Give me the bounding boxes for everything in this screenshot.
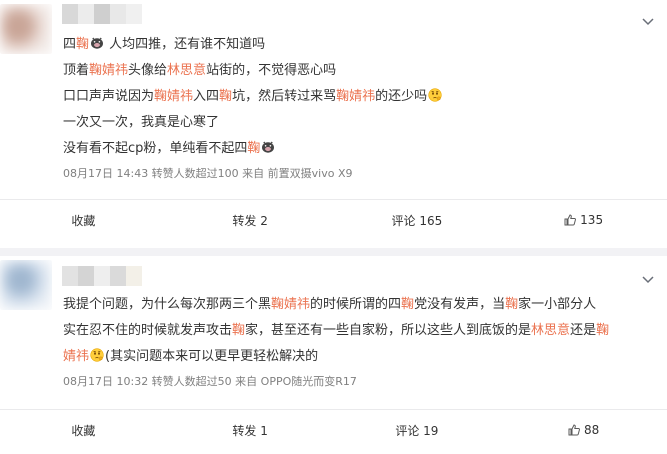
post-text: (其实问题本来可以更早更轻松解决的 — [105, 349, 319, 364]
post-text: 的时候所谓的四 — [310, 297, 402, 312]
post-body: 四鞠 人均四推，还有谁不知道吗 顶着鞠婧祎头像给林思意站街的，不觉得恶心吗 口口声声… — [63, 32, 645, 162]
collect-button[interactable]: 收藏 — [0, 410, 167, 450]
username-mosaic[interactable] — [62, 4, 142, 24]
hashtag-name-link[interactable]: 鞠婧祎 — [271, 297, 310, 312]
weibo-post-2: 我提个问题，为什么每次那两三个黑鞠婧祎的时候所谓的四鞠党没有发声，当鞠家一小部分… — [0, 256, 667, 454]
post-text: 的还少吗 — [375, 89, 428, 104]
post-text: 家，甚至还有一些自家粉，所以这些人到底饭的是 — [245, 323, 532, 338]
hashtag-name-link[interactable]: 鞠 — [247, 141, 260, 156]
comment-label: 评论 19 — [395, 423, 439, 438]
weibo-post-1: 四鞠 人均四推，还有谁不知道吗 顶着鞠婧祎头像给林思意站街的，不觉得恶心吗 口口声声… — [0, 0, 667, 248]
post-line: 口口声声说因为鞠婧祎入四鞠坑，然后转过来骂鞠婧祎的还少吗 — [63, 84, 645, 110]
hashtag-name-link[interactable]: 鞠 — [596, 323, 609, 338]
pig-face-icon — [262, 141, 275, 153]
post-line: 一次又一次，我真是心寒了 — [63, 110, 645, 136]
hashtag-name-link[interactable]: 林思意 — [167, 63, 206, 78]
post-text: 入四 — [193, 89, 220, 104]
comment-button[interactable]: 评论 165 — [334, 200, 501, 240]
post-text: 站街的，不觉得恶心吗 — [206, 63, 337, 78]
post-text: 我提个问题，为什么每次那两三个黑 — [63, 297, 272, 312]
post-text: 一次又一次，我真是心寒了 — [63, 115, 220, 130]
thumbs-up-icon — [564, 214, 577, 226]
hashtag-name-link[interactable]: 鞠 — [401, 297, 414, 312]
username-mosaic[interactable] — [62, 266, 142, 286]
pig-face-icon — [91, 37, 104, 49]
hashtag-name-link[interactable]: 婧祎 — [63, 349, 89, 364]
thinking-face-icon — [90, 348, 104, 362]
post-text: 没有看不起cp粉，单纯看不起四 — [63, 141, 248, 156]
post-text: 顶着 — [63, 63, 90, 78]
like-button[interactable]: 88 — [500, 410, 667, 450]
hashtag-name-link[interactable]: 鞠婧祎 — [154, 89, 193, 104]
post-meta: 08月17日 14:43 转赞人数超过100 来自 前置双摄vivo X9 — [63, 167, 353, 180]
post-body: 我提个问题，为什么每次那两三个黑鞠婧祎的时候所谓的四鞠党没有发声，当鞠家一小部分… — [63, 292, 645, 370]
repost-button[interactable]: 转发 1 — [167, 410, 334, 450]
post-meta: 08月17日 10:32 转赞人数超过50 来自 OPPO随光而变R17 — [63, 375, 357, 388]
repost-button[interactable]: 转发 2 — [167, 200, 334, 240]
post-text: 头像给 — [128, 63, 168, 78]
thinking-face-icon — [428, 88, 442, 102]
post-line: 没有看不起cp粉，单纯看不起四鞠 — [63, 136, 645, 162]
hashtag-name-link[interactable]: 鞠婧祎 — [89, 63, 128, 78]
hashtag-name-link[interactable]: 鞠 — [76, 37, 89, 52]
post-text: 坑，然后转过来骂 — [232, 89, 337, 104]
post-text: 还是 — [570, 323, 597, 338]
like-button[interactable]: 135 — [500, 200, 667, 240]
comment-label: 评论 165 — [391, 213, 443, 228]
thumbs-up-icon — [568, 424, 580, 436]
post-text: 党没有发声，当 — [414, 297, 506, 312]
post-line: 婧祎 (其实问题本来可以更早更轻松解决的 — [63, 344, 645, 370]
action-bar: 收藏 转发 2 评论 165 135 — [0, 200, 667, 240]
hashtag-name-link[interactable]: 鞠 — [219, 89, 232, 104]
post-text: 人均四推，还有谁不知道吗 — [105, 37, 266, 52]
post-text: 四 — [63, 37, 77, 52]
collect-label: 收藏 — [71, 213, 96, 228]
post-text: 口口声声说因为 — [63, 89, 155, 104]
collect-button[interactable]: 收藏 — [0, 200, 167, 240]
post-text: 实在忍不住的时候就发声攻击 — [63, 323, 233, 338]
hashtag-name-link[interactable]: 鞠 — [232, 323, 245, 338]
like-count: 135 — [580, 213, 604, 227]
collect-label: 收藏 — [71, 423, 96, 438]
action-bar: 收藏 转发 1 评论 19 88 — [0, 410, 667, 450]
hashtag-name-link[interactable]: 鞠 — [505, 297, 518, 312]
chevron-down-icon[interactable] — [641, 272, 655, 286]
avatar[interactable] — [0, 260, 52, 310]
avatar[interactable] — [0, 4, 52, 54]
post-line: 实在忍不住的时候就发声攻击鞠家，甚至还有一些自家粉，所以这些人到底饭的是林思意还… — [63, 318, 645, 344]
post-line: 我提个问题，为什么每次那两三个黑鞠婧祎的时候所谓的四鞠党没有发声，当鞠家一小部分… — [63, 292, 645, 318]
hashtag-name-link[interactable]: 林思意 — [531, 323, 570, 338]
comment-button[interactable]: 评论 19 — [334, 410, 501, 450]
repost-label: 转发 2 — [232, 213, 268, 228]
repost-label: 转发 1 — [232, 423, 268, 438]
hashtag-name-link[interactable]: 鞠婧祎 — [336, 89, 375, 104]
like-count: 88 — [583, 423, 600, 437]
post-text: 家一小部分人 — [518, 297, 597, 312]
post-line: 顶着鞠婧祎头像给林思意站街的，不觉得恶心吗 — [63, 58, 645, 84]
chevron-down-icon[interactable] — [641, 14, 655, 28]
post-line: 四鞠 人均四推，还有谁不知道吗 — [63, 32, 645, 58]
